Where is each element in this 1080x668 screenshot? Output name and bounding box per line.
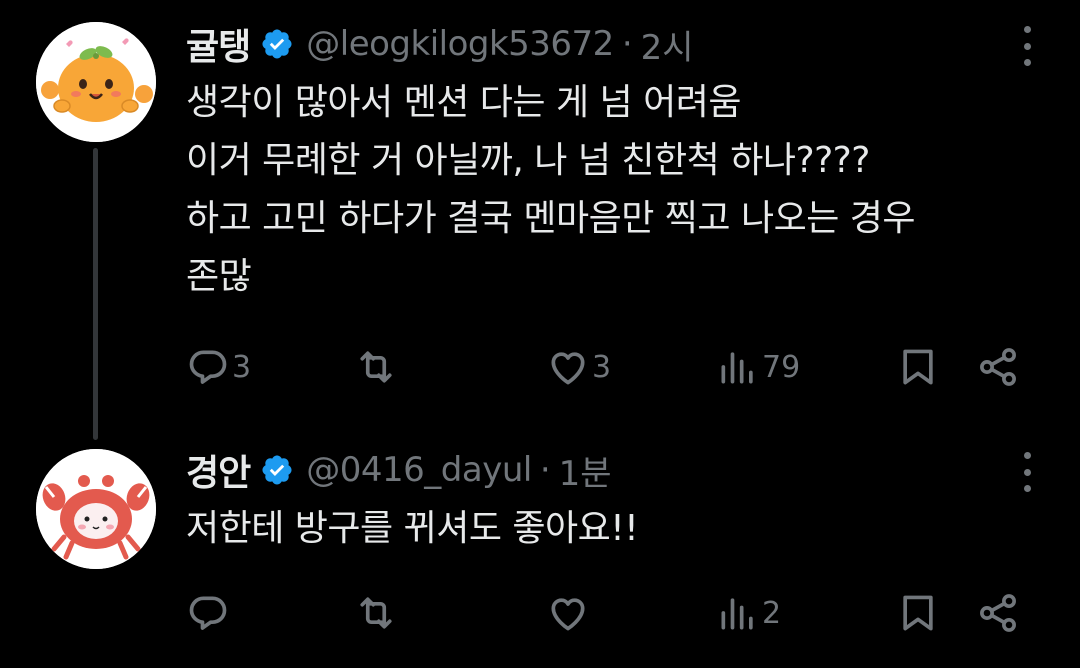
tweet[interactable]: 경안 @0416_dayul · 1분 저한테 방구를 뀌셔도 좋아요!! 2	[0, 440, 1080, 668]
more-options-icon[interactable]	[1020, 452, 1034, 492]
avatar[interactable]	[36, 449, 156, 569]
bookmark-button[interactable]	[896, 342, 940, 392]
views-count: 2	[762, 595, 782, 631]
repost-icon	[360, 351, 392, 383]
timestamp[interactable]: 1분	[559, 446, 612, 495]
tweet-text-line: 하고 고민 하다가 결국 멘마음만 찍고 나오는 경우	[186, 198, 916, 239]
tweet-actions: 2	[186, 588, 1036, 638]
more-options-icon[interactable]	[1020, 26, 1034, 66]
tweet-text: 생각이 많아서 멘션 다는 게 넘 어려움 이거 무례한 거 아닐까, 나 넘 …	[186, 74, 1046, 306]
like-count: 3	[592, 349, 612, 385]
user-handle[interactable]: @leogkilogk53672	[306, 24, 614, 64]
avatar[interactable]	[36, 22, 156, 142]
tweet-header: 귤탱 @leogkilogk53672 · 2시	[186, 14, 694, 74]
heart-icon	[551, 352, 585, 385]
separator-dot: ·	[539, 450, 551, 490]
bookmark-button[interactable]	[896, 588, 940, 638]
repost-button[interactable]	[354, 342, 400, 392]
tweet-text-line: 저한테 방구를 뀌셔도 좋아요!!	[186, 508, 639, 549]
like-button[interactable]: 3	[546, 342, 611, 392]
repost-button[interactable]	[354, 588, 400, 638]
verified-badge-icon	[260, 27, 294, 61]
repost-icon	[360, 597, 392, 629]
user-handle[interactable]: @0416_dayul	[306, 450, 532, 490]
tweet[interactable]: 귤탱 @leogkilogk53672 · 2시 생각이 많아서 멘션 다는 게…	[0, 0, 1080, 440]
tangerine-character-avatar-icon	[36, 22, 156, 142]
verified-badge-icon	[260, 453, 294, 487]
bookmark-icon	[903, 349, 933, 385]
reply-count: 3	[232, 349, 252, 385]
views-icon	[721, 598, 753, 630]
tweet-text: 저한테 방구를 뀌셔도 좋아요!!	[186, 500, 1046, 558]
tweet-actions: 3 3 79	[186, 342, 1036, 392]
display-name[interactable]: 경안	[186, 444, 251, 496]
views-button[interactable]: 2	[716, 588, 781, 638]
tweet-text-line: 이거 무례한 거 아닐까, 나 넘 친한척 하나????	[186, 140, 870, 181]
share-icon	[980, 594, 1016, 632]
views-count: 79	[762, 349, 801, 385]
tweet-text-line: 생각이 많아서 멘션 다는 게 넘 어려움	[186, 82, 741, 123]
share-icon	[980, 348, 1016, 386]
crab-character-avatar-icon	[36, 449, 156, 569]
views-button[interactable]: 79	[716, 342, 800, 392]
reply-icon	[189, 596, 227, 630]
heart-icon	[551, 598, 585, 631]
separator-dot: ·	[621, 24, 633, 64]
like-button[interactable]	[546, 588, 592, 638]
tweet-text-line: 존많	[186, 256, 252, 297]
tweet-header: 경안 @0416_dayul · 1분	[186, 440, 612, 500]
bookmark-icon	[903, 595, 933, 631]
timestamp[interactable]: 2시	[641, 20, 694, 69]
reply-button[interactable]	[186, 588, 232, 638]
share-button[interactable]	[976, 342, 1020, 392]
reply-icon	[189, 350, 227, 384]
share-button[interactable]	[976, 588, 1020, 638]
reply-button[interactable]: 3	[186, 342, 251, 392]
display-name[interactable]: 귤탱	[186, 18, 251, 70]
views-icon	[721, 352, 753, 384]
